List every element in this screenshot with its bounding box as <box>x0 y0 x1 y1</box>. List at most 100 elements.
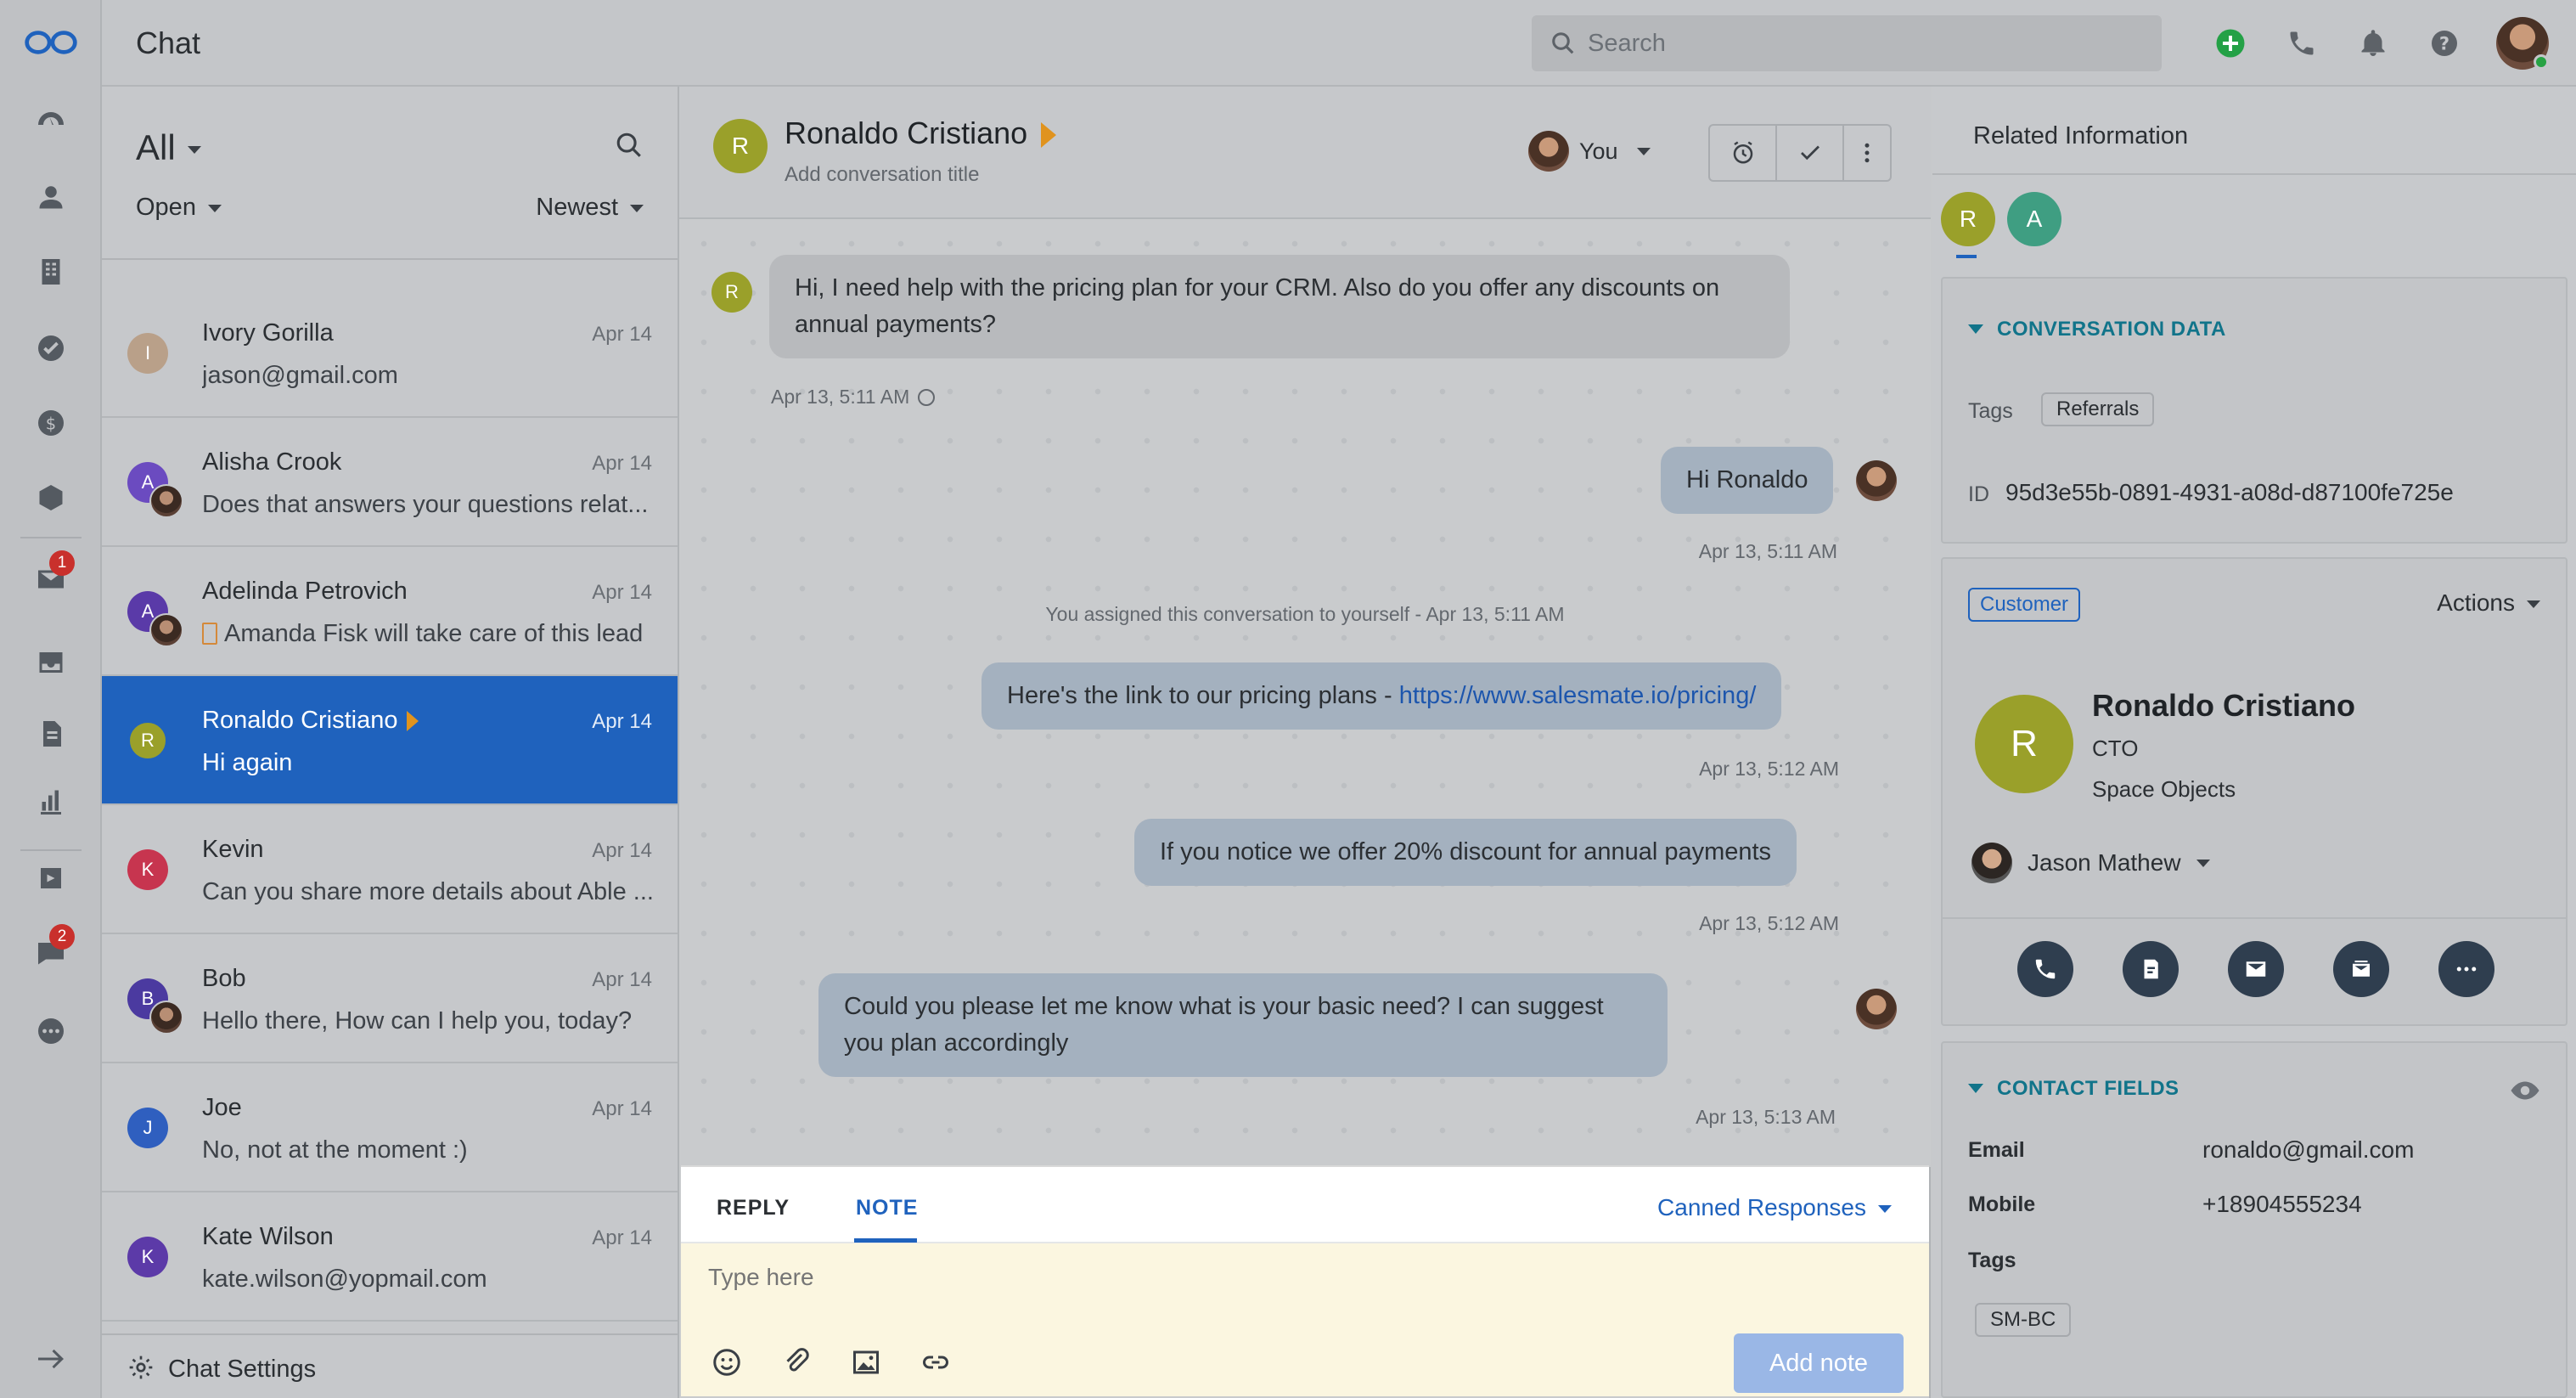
conversation-item[interactable]: B Bob Apr 14 Hello there, How can I help… <box>102 934 678 1063</box>
tab-note[interactable]: NOTE <box>856 1196 918 1220</box>
documents-icon[interactable] <box>32 715 70 753</box>
sort-dropdown[interactable]: Newest <box>536 194 644 222</box>
sequence-button[interactable] <box>2333 941 2389 997</box>
companies-icon[interactable] <box>32 253 70 290</box>
eye-icon[interactable] <box>2510 1080 2540 1101</box>
conversation-item[interactable]: J Joe Apr 14 No, not at the moment :) <box>102 1063 678 1192</box>
conversation-snippet: Does that answers your questions relat..… <box>202 491 649 518</box>
contact-avatar: K <box>127 1237 168 1277</box>
add-note-button[interactable]: Add note <box>1734 1333 1904 1393</box>
mobile-value[interactable]: +18904555234 <box>2202 1191 2362 1218</box>
sort-label: Newest <box>536 194 618 221</box>
conversation-name: Alisha Crook <box>202 448 342 476</box>
inbox-filter-label: All <box>136 127 176 167</box>
customer-company[interactable]: Space Objects <box>2092 776 2236 803</box>
contact-name[interactable]: Ronaldo Cristiano <box>785 116 1027 150</box>
automation-icon[interactable] <box>32 860 70 897</box>
deals-icon[interactable]: $ <box>32 404 70 442</box>
chat-settings-link[interactable]: Chat Settings <box>102 1333 678 1398</box>
message-bubble-incoming: Hi, I need help with the pricing plan fo… <box>769 255 1790 358</box>
note-input[interactable] <box>708 1264 1642 1291</box>
conversation-date: Apr 14 <box>592 839 652 862</box>
agent-avatar <box>149 613 183 647</box>
assignee-dropdown[interactable]: You <box>1528 131 1651 172</box>
conversation-data-toggle[interactable]: CONVERSATION DATA <box>1968 318 2226 341</box>
actions-dropdown[interactable]: Actions <box>2437 589 2540 617</box>
assignee-avatar <box>1528 131 1569 172</box>
message-text: Here's the link to our pricing plans - <box>1007 682 1399 709</box>
conversation-snippet: jason@gmail.com <box>202 362 398 389</box>
contact-fields-heading: CONTACT FIELDS <box>1997 1077 2179 1100</box>
email-icon[interactable]: 1 <box>32 550 75 598</box>
list-search-icon[interactable] <box>615 131 644 160</box>
status-filter-dropdown[interactable]: Open <box>136 194 222 222</box>
email-value[interactable]: ronaldo@gmail.com <box>2202 1136 2414 1164</box>
customer-job-title: CTO <box>2092 736 2139 761</box>
expand-arrow-icon[interactable] <box>32 1340 70 1378</box>
checkmark-icon <box>1800 145 1820 161</box>
participant-avatar-r[interactable]: R <box>1941 192 1995 246</box>
conversation-title-input[interactable]: Add conversation title <box>785 163 979 187</box>
inbox-filter-dropdown[interactable]: All <box>136 127 201 168</box>
conversation-item[interactable]: K Kate Wilson Apr 14 kate.wilson@yopmail… <box>102 1192 678 1322</box>
tag-chip[interactable]: Referrals <box>2041 392 2155 426</box>
add-icon[interactable] <box>2213 25 2248 61</box>
call-button[interactable] <box>2017 941 2073 997</box>
link-icon[interactable] <box>920 1347 951 1378</box>
tab-reply[interactable]: REPLY <box>717 1196 790 1220</box>
dashboard-icon[interactable] <box>32 104 70 141</box>
app-logo-icon[interactable] <box>22 24 80 61</box>
notification-bell-icon[interactable] <box>2355 25 2391 61</box>
pricing-link[interactable]: https://www.salesmate.io/pricing/ <box>1399 682 1757 709</box>
sms-button[interactable] <box>2123 941 2179 997</box>
reports-icon[interactable] <box>32 783 70 820</box>
user-avatar[interactable] <box>2496 17 2549 70</box>
snooze-button[interactable] <box>1710 126 1778 180</box>
more-options-button[interactable] <box>1844 126 1890 180</box>
status-filter-label: Open <box>136 194 196 221</box>
conversation-item[interactable]: A Alisha Crook Apr 14 Does that answers … <box>102 418 678 547</box>
conversation-item[interactable]: K Kevin Apr 14 Can you share more detail… <box>102 805 678 934</box>
global-search[interactable]: Search <box>1532 15 2162 71</box>
participant-avatar-a[interactable]: A <box>2007 192 2061 246</box>
conversation-snippet: No, not at the moment :) <box>202 1136 468 1164</box>
contact-tag-chip[interactable]: SM-BC <box>1975 1303 2072 1337</box>
customer-name[interactable]: Ronaldo Cristiano <box>2092 688 2355 724</box>
conversation-list-panel: All Open Newest I Ivory Gorilla Apr 14 j… <box>102 87 679 1398</box>
email-button[interactable] <box>2228 941 2284 997</box>
contact-fields-toggle[interactable]: CONTACT FIELDS <box>1968 1077 2179 1101</box>
conversation-name-row: Ronaldo Cristiano <box>202 707 419 735</box>
collapse-triangle-icon <box>1968 1084 1983 1093</box>
priority-flag-icon[interactable] <box>1041 122 1057 149</box>
products-icon[interactable] <box>32 479 70 516</box>
phone-icon[interactable] <box>2284 25 2320 61</box>
chevron-down-icon <box>1636 147 1651 155</box>
message-thread[interactable]: R Hi, I need help with the pricing plan … <box>679 219 1931 1167</box>
conversation-date: Apr 14 <box>592 581 652 604</box>
chevron-down-icon <box>1878 1205 1892 1214</box>
conversation-item[interactable]: I Ivory Gorilla Apr 14 jason@gmail.com <box>102 289 678 418</box>
emoji-icon[interactable] <box>711 1347 742 1378</box>
contacts-icon[interactable] <box>32 178 70 216</box>
owner-dropdown[interactable]: Jason Mathew <box>1971 843 2210 883</box>
active-tab-indicator <box>854 1238 917 1243</box>
more-actions-button[interactable] <box>2438 941 2494 997</box>
chat-icon[interactable]: 2 <box>32 924 75 972</box>
conversation-item[interactable]: A Adelinda Petrovich Apr 14 Amanda Fisk … <box>102 547 678 676</box>
conversation-item-active[interactable]: R Ronaldo Cristiano Apr 14 Hi again <box>102 676 678 805</box>
help-icon[interactable]: ? <box>2427 25 2462 61</box>
message-timestamp: Apr 13, 5:12 AM <box>1699 912 1839 934</box>
contact-avatar: R <box>127 720 168 761</box>
image-icon[interactable] <box>851 1347 881 1378</box>
more-icon[interactable] <box>32 1012 70 1050</box>
tasks-icon[interactable] <box>32 330 70 367</box>
customer-card: Customer Actions R Ronaldo Cristiano CTO… <box>1941 557 2568 1026</box>
attachment-icon[interactable] <box>781 1347 812 1378</box>
email-label: Email <box>1968 1138 2025 1162</box>
conversation-snippet: kate.wilson@yopmail.com <box>202 1266 487 1293</box>
resolve-button[interactable] <box>1777 126 1845 180</box>
canned-responses-dropdown[interactable]: Canned Responses <box>1657 1194 1892 1221</box>
inbox-icon[interactable] <box>32 644 70 681</box>
message-bubble-outgoing: Could you please let me know what is you… <box>818 973 1668 1077</box>
conversation-name: Ronaldo Cristiano <box>202 707 398 734</box>
